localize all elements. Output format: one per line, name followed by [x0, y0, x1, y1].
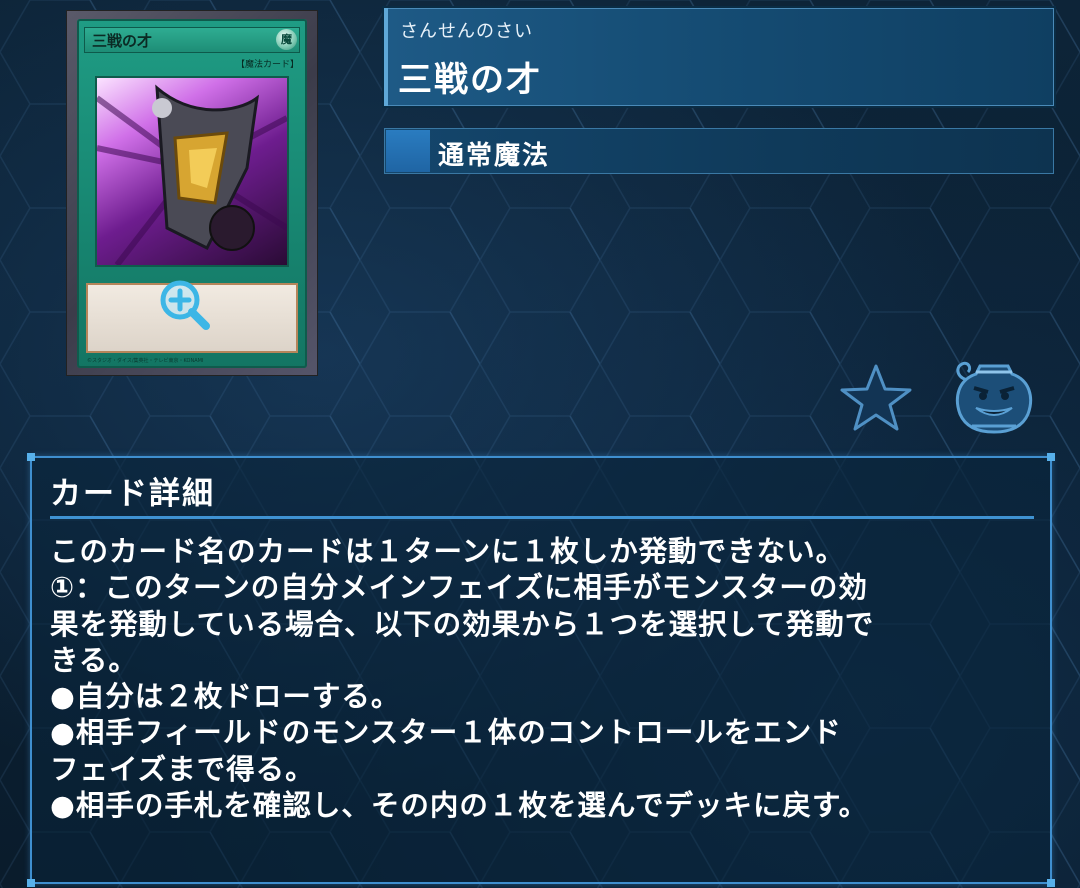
effect-text-line: ●自分は２枚ドローする。 — [50, 680, 401, 714]
card-type-panel: 通常魔法 — [384, 128, 1054, 174]
card-artwork — [97, 78, 287, 265]
effect-text-line: ●相手フィールドのモンスター１体のコントロールをエンド — [50, 716, 842, 750]
effect-text-line: きる。 — [50, 643, 138, 677]
zoom-in-icon[interactable] — [156, 278, 212, 334]
panel-corner — [27, 879, 35, 887]
effect-text-line: フェイズまで得る。 — [50, 752, 315, 786]
card-name: 三戦の才 — [398, 60, 542, 100]
card-image-type: 【魔法カード】 — [235, 60, 299, 70]
card-image-name: 三戦の才 — [92, 32, 153, 50]
star-icon[interactable] — [838, 362, 914, 432]
effect-text-line: 果を発動している場合、以下の効果から１つを選択して発動で — [50, 607, 875, 641]
effect-text-line: このカード名のカードは１ターンに１枚しか発動できない。 — [50, 535, 846, 568]
card-type-swatch — [386, 130, 430, 172]
effect-text-line: ①：このターンの自分メインフェイズに相手がモンスターの効 — [50, 571, 868, 605]
card-name-panel: さんせんのさい 三戦の才 — [384, 8, 1054, 106]
effect-text-line: ●相手の手札を確認し、その内の１枚を選んでデッキに戻す。 — [50, 789, 869, 823]
panel-corner — [1047, 879, 1055, 887]
card-image-copyright: ©スタジオ・ダイス/集英社・テレビ東京・KONAMI — [87, 358, 204, 364]
card-type-label: 通常魔法 — [438, 141, 551, 171]
card-image-name-bar: 三戦の才 魔 — [84, 27, 300, 53]
card-name-ruby: さんせんのさい — [400, 21, 533, 42]
panel-corner — [1047, 453, 1055, 461]
pot-of-greed-icon[interactable] — [950, 358, 1038, 436]
card-details-panel: カード詳細 このカード名のカードは１ターンに１枚しか発動できない。 ①：このター… — [27, 453, 1055, 887]
card-details-title: カード詳細 — [50, 476, 215, 512]
card-effect-text: このカード名のカードは１ターンに１枚しか発動できない。 ①：このターンの自分メイ… — [50, 534, 1040, 824]
panel-corner — [27, 453, 35, 461]
spell-attribute-icon: 魔 — [276, 29, 297, 50]
card-details-divider — [50, 516, 1034, 519]
